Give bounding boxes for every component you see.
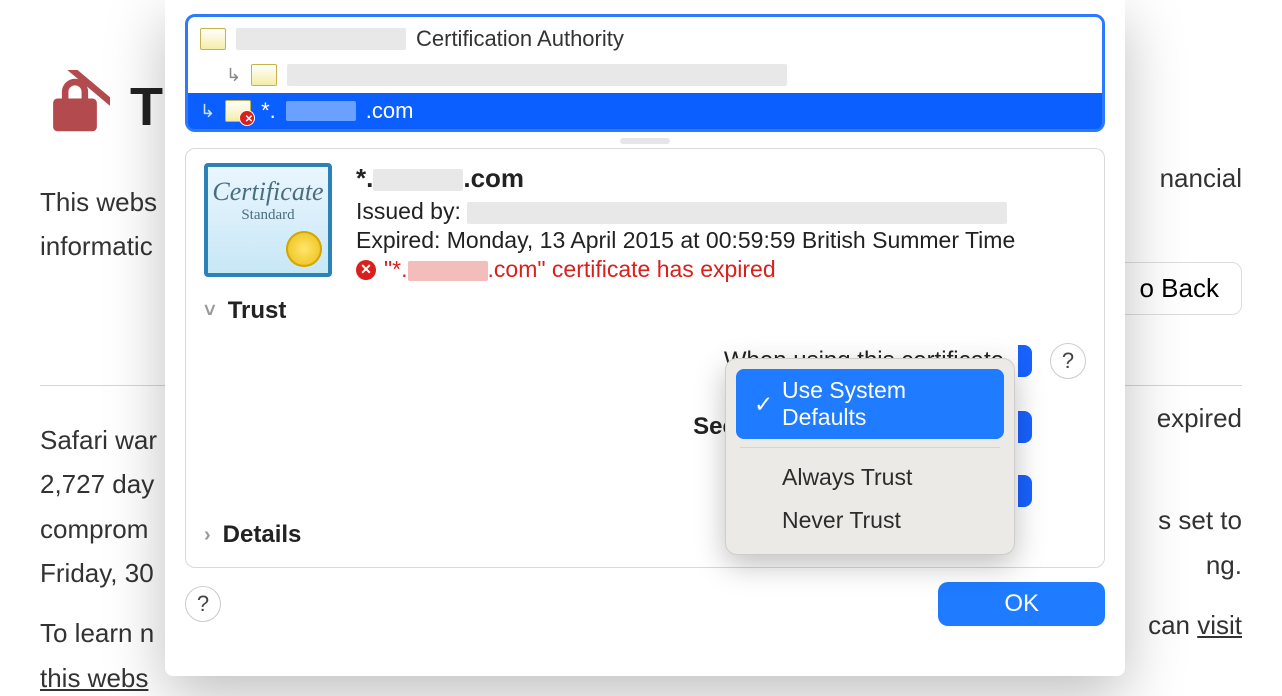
trust-dropdown-menu: ✓ Use System Defaults Always Trust Never… — [725, 358, 1015, 555]
certificate-error-line: ✕ "*..com" certificate has expired — [356, 256, 1086, 283]
bg-text: ng. — [1206, 550, 1242, 580]
badge-text: Standard — [208, 207, 328, 224]
trust-select[interactable] — [1018, 411, 1032, 443]
dialog-help-button[interactable]: ? — [185, 586, 221, 622]
bg-text: comprom — [40, 514, 148, 544]
certificate-icon — [251, 64, 277, 86]
expired-line: Expired: Monday, 13 April 2015 at 00:59:… — [356, 227, 1086, 254]
certificate-error-icon — [225, 100, 251, 122]
chain-intermediate[interactable]: ↳ — [194, 57, 1096, 93]
certificate-chain[interactable]: Certification Authority ↳ ↳ *. .com — [185, 14, 1105, 132]
chevron-down-icon: ˅ — [204, 300, 216, 323]
details-header: Details — [223, 521, 302, 549]
bg-text: Friday, 30 — [40, 558, 154, 588]
chain-leaf-selected[interactable]: ↳ *. .com — [188, 93, 1102, 129]
ok-button[interactable]: OK — [938, 582, 1105, 626]
bg-text: nancial — [1160, 163, 1242, 193]
trust-disclosure[interactable]: ˅ Trust — [204, 297, 1086, 325]
resize-handle[interactable] — [620, 138, 670, 144]
bg-text: Safari war — [40, 425, 157, 455]
visit-website-link[interactable]: this webs — [40, 663, 148, 693]
help-button[interactable]: ? — [1050, 343, 1086, 379]
dropdown-option-label: Always Trust — [782, 464, 912, 491]
chain-leaf-label: *. — [261, 98, 276, 124]
menu-separator — [740, 447, 1000, 448]
error-icon: ✕ — [356, 260, 376, 280]
dropdown-option-use-system-defaults[interactable]: ✓ Use System Defaults — [736, 369, 1004, 439]
trust-header: Trust — [228, 297, 287, 325]
issued-by-line: Issued by: — [356, 198, 1086, 225]
check-icon: ✓ — [754, 391, 772, 418]
certificate-name: *..com — [356, 163, 1086, 194]
chain-root[interactable]: Certification Authority — [194, 21, 1096, 57]
bg-text: To learn n — [40, 618, 154, 648]
chain-leaf-label: .com — [366, 98, 414, 124]
trust-select[interactable] — [1018, 475, 1032, 507]
arrow-down-right-icon: ↳ — [226, 65, 241, 86]
redacted-text — [287, 64, 787, 86]
bg-text: expired — [1157, 403, 1242, 433]
lock-slash-icon — [40, 70, 110, 144]
certificate-icon — [200, 28, 226, 50]
dropdown-option-always-trust[interactable]: Always Trust — [736, 456, 1004, 499]
go-back-button[interactable]: o Back — [1117, 262, 1243, 315]
dropdown-option-label: Never Trust — [782, 507, 901, 534]
arrow-down-right-icon: ↳ — [200, 101, 215, 122]
badge-text: Certificate — [208, 167, 328, 207]
visit-link[interactable]: visit — [1197, 610, 1242, 640]
bg-text: s set to — [1158, 505, 1242, 535]
bg-text: informatic — [40, 231, 153, 261]
page-title: T — [130, 76, 163, 138]
redacted-text — [286, 101, 356, 121]
chain-root-label: Certification Authority — [416, 26, 624, 52]
dropdown-option-never-trust[interactable]: Never Trust — [736, 499, 1004, 542]
redacted-text — [236, 28, 406, 50]
trust-select[interactable] — [1018, 345, 1032, 377]
dropdown-option-label: Use System Defaults — [782, 377, 986, 431]
seal-icon — [286, 231, 322, 267]
bg-text: can — [1148, 610, 1197, 640]
bg-text: 2,727 day — [40, 469, 154, 499]
certificate-badge-icon: Certificate Standard — [204, 163, 332, 277]
chevron-right-icon: › — [204, 524, 211, 547]
certificate-dialog: Certification Authority ↳ ↳ *. .com Cert… — [165, 0, 1125, 676]
bg-text: This webs — [40, 187, 157, 217]
